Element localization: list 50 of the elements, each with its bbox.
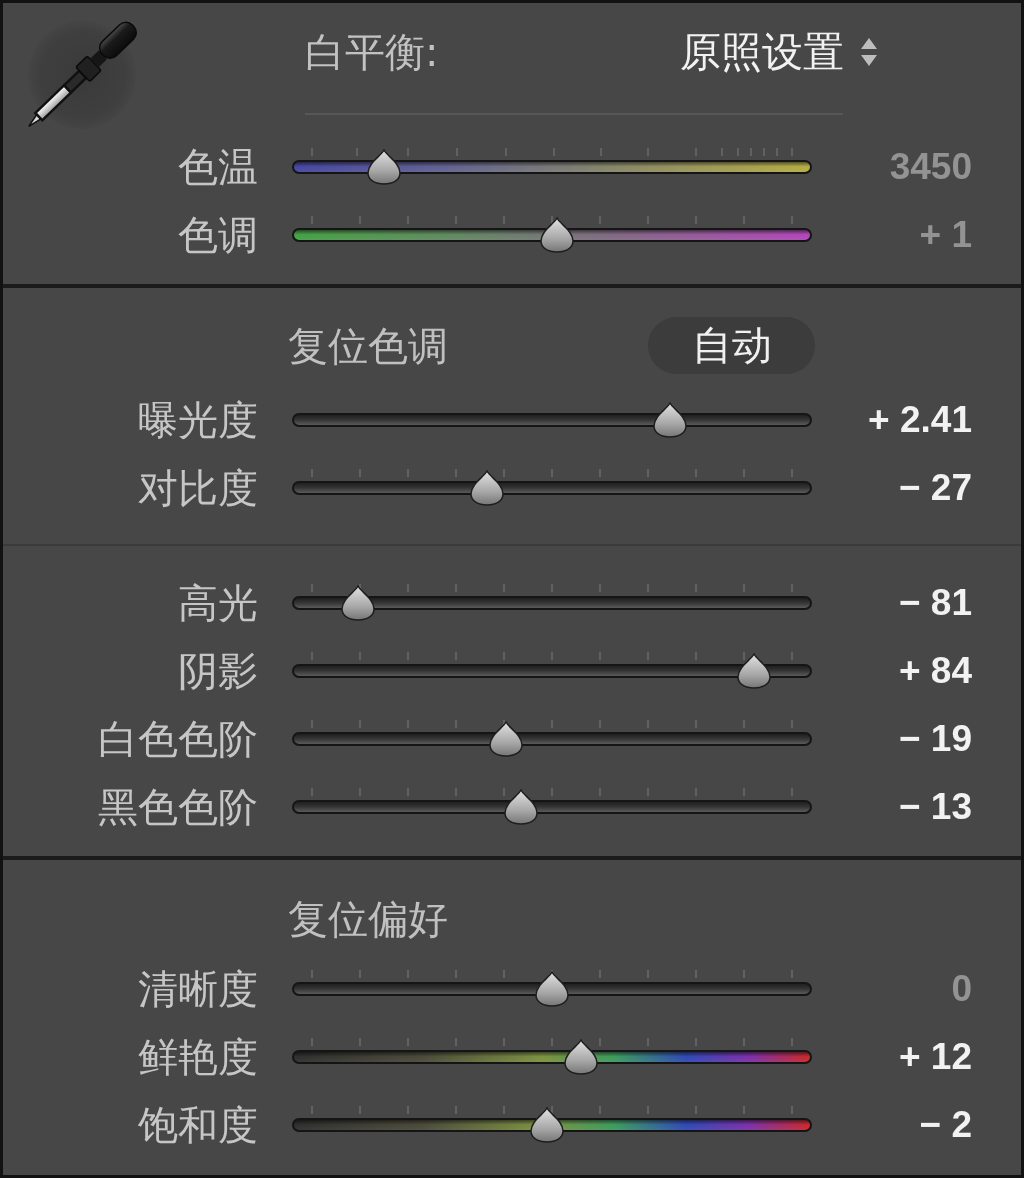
- slider-thumb[interactable]: [530, 1107, 565, 1143]
- value-readout: 3450: [889, 145, 972, 189]
- slider-label: 阴影: [178, 648, 258, 694]
- slider-label: 黑色色阶: [98, 784, 258, 830]
- balance-section-label: 白平衡:: [305, 28, 439, 77]
- slider-track[interactable]: [292, 402, 812, 438]
- value-readout: + 84: [898, 649, 972, 693]
- value-readout: 0: [951, 967, 972, 1011]
- value-readout: − 81: [898, 581, 972, 625]
- value-readout: − 2: [919, 1103, 972, 1147]
- slider-label: 曝光度: [138, 397, 258, 443]
- slider-label: 鲜艳度: [138, 1034, 258, 1080]
- auto-button[interactable]: 自动: [648, 317, 815, 374]
- updown-arrows-icon: [860, 37, 878, 67]
- value-readout: + 2.41: [868, 398, 972, 442]
- slider-thumb[interactable]: [489, 721, 524, 757]
- slider-thumb[interactable]: [470, 470, 505, 506]
- slider-track[interactable]: [292, 721, 812, 757]
- slider-track[interactable]: [292, 149, 812, 185]
- slider-thumb[interactable]: [535, 971, 569, 1007]
- slider-thumb[interactable]: [563, 1039, 598, 1075]
- slider-track[interactable]: [292, 217, 812, 253]
- slider-track[interactable]: [292, 971, 812, 1007]
- slider-label: 白色色阶: [98, 716, 258, 762]
- slider-thumb[interactable]: [652, 402, 687, 438]
- reset-presence-label[interactable]: 复位偏好: [288, 893, 448, 944]
- value-readout: − 19: [898, 717, 972, 761]
- slider-thumb[interactable]: [340, 585, 375, 621]
- slider-label: 高光: [178, 580, 258, 626]
- slider-label: 色调: [178, 212, 258, 258]
- preset-dropdown[interactable]: 原照设置: [680, 27, 878, 77]
- slider-thumb[interactable]: [539, 217, 574, 253]
- slider-thumb[interactable]: [503, 789, 538, 825]
- slider-track[interactable]: [292, 1107, 812, 1143]
- slider-thumb[interactable]: [367, 149, 401, 185]
- slider-track[interactable]: [292, 470, 812, 506]
- slider-track[interactable]: [292, 585, 812, 621]
- value-readout: − 13: [898, 785, 972, 829]
- slider-label: 色温: [178, 144, 258, 190]
- slider-track[interactable]: [292, 653, 812, 689]
- slider-label: 对比度: [138, 465, 258, 511]
- value-readout: + 12: [898, 1035, 972, 1079]
- slider-label: 清晰度: [138, 966, 258, 1012]
- value-readout: − 27: [898, 466, 972, 510]
- slider-track[interactable]: [292, 1039, 812, 1075]
- slider-thumb[interactable]: [736, 653, 771, 689]
- reset-tone-label[interactable]: 复位色调: [288, 320, 448, 371]
- slider-label: 饱和度: [138, 1102, 258, 1148]
- value-readout: + 1: [919, 213, 972, 257]
- slider-track[interactable]: [292, 789, 812, 825]
